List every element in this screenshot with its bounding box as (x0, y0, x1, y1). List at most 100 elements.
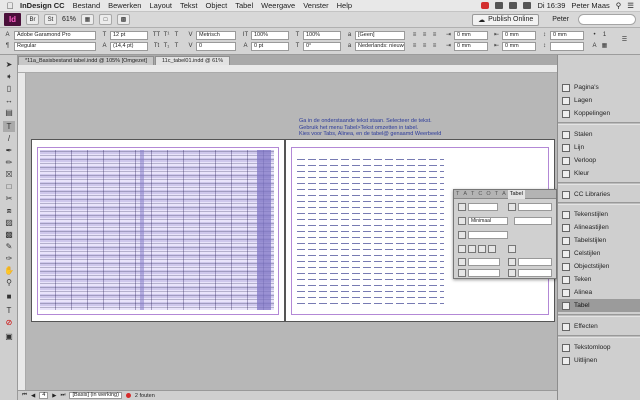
apply-none-icon[interactable]: ⊘ (3, 317, 15, 328)
kerning-field[interactable]: Metrisch (196, 31, 236, 40)
cell-inset-top-field[interactable] (468, 258, 500, 266)
panel-color[interactable]: Kleur (558, 167, 640, 180)
direct-selection-tool-icon[interactable]: ➧ (3, 71, 15, 82)
character-style-field[interactable]: [Geen] (355, 31, 405, 40)
apple-menu-icon[interactable]:  (0, 1, 20, 11)
line-tool-icon[interactable]: / (3, 133, 15, 144)
align-center-vertical-button[interactable] (468, 245, 476, 253)
page-tool-icon[interactable]: ▯ (3, 83, 15, 94)
weather-table[interactable] (40, 150, 274, 310)
align-left-button[interactable]: ≡ (410, 31, 419, 40)
publish-online-button[interactable]: ☁ Publish Online (472, 13, 540, 26)
justify-left-button[interactable]: ≡ (410, 42, 419, 51)
panel-object-styles[interactable]: Objectstijlen (558, 260, 640, 273)
justify-all-button[interactable]: ≡ (430, 42, 439, 51)
panel-tab-6[interactable]: T (493, 191, 500, 197)
panel-tab-5[interactable]: O (484, 191, 492, 197)
right-indent-field[interactable]: 0 mm (502, 31, 536, 40)
horizontal-ruler[interactable] (18, 65, 557, 73)
menu-tabel[interactable]: Tabel (235, 1, 253, 10)
paragraph-mode-icon[interactable]: ¶ (3, 42, 12, 51)
cell-inset-right-field[interactable] (518, 269, 552, 277)
language-field[interactable]: Nederlands: nieuwe spell... (355, 42, 405, 51)
horizontal-scale-field[interactable]: 100% (303, 31, 341, 40)
menu-bewerken[interactable]: Bewerken (108, 1, 141, 10)
subscript-button[interactable]: T₁ (162, 42, 171, 51)
panel-cc-libraries[interactable]: CC Libraries (558, 188, 640, 201)
fill-stroke-icon[interactable]: ■ (3, 291, 15, 302)
tabbed-text-block[interactable] (294, 156, 444, 306)
font-style-field[interactable]: Regular (14, 42, 96, 51)
prev-page-button[interactable]: ◀ (31, 393, 35, 399)
row-height-mode-select[interactable]: Minimaal (468, 217, 508, 225)
space-before-field[interactable]: 0 mm (550, 31, 584, 40)
strikethrough-button[interactable]: T (172, 42, 181, 51)
panel-tab-4[interactable]: C (476, 191, 484, 197)
all-caps-button[interactable]: TT (152, 31, 161, 40)
clock[interactable]: Di 16:39 (537, 1, 565, 10)
bridge-button[interactable]: Br (26, 14, 39, 25)
character-mode-icon[interactable]: A (3, 31, 12, 40)
content-collector-icon[interactable]: ▤ (3, 107, 15, 118)
small-caps-button[interactable]: Tt (152, 42, 161, 51)
grid-align-button[interactable]: ▦ (600, 42, 609, 51)
pencil-tool-icon[interactable]: ✏ (3, 157, 15, 168)
left-indent-field[interactable]: 0 mm (454, 31, 488, 40)
stock-button[interactable]: St (44, 14, 57, 25)
columns-field[interactable] (518, 203, 552, 211)
next-page-button[interactable]: ▶ (52, 393, 56, 399)
panel-stroke[interactable]: Lijn (558, 141, 640, 154)
skew-field[interactable]: 0° (303, 42, 341, 51)
note-tool-icon[interactable]: ✎ (3, 241, 15, 252)
cell-inset-left-field[interactable] (468, 269, 500, 277)
baseline-shift-field[interactable]: 0 pt (251, 42, 289, 51)
leading-field[interactable]: (14,4 pt) (110, 42, 148, 51)
hand-tool-icon[interactable]: ✋ (3, 265, 15, 276)
menu-venster[interactable]: Venster (303, 1, 328, 10)
screen-mode-icon[interactable]: ▣ (3, 331, 15, 342)
panel-links[interactable]: Koppelingen (558, 107, 640, 120)
panel-character-styles[interactable]: Tekenstijlen (558, 208, 640, 221)
volume-icon[interactable] (523, 2, 532, 9)
last-page-button[interactable]: ⏭ (60, 392, 65, 399)
panel-pages[interactable]: Pagina's (558, 81, 640, 94)
type-tool-icon[interactable]: T (3, 121, 15, 132)
table-last-column[interactable] (257, 150, 271, 310)
panel-table-styles[interactable]: Tabelstijlen (558, 234, 640, 247)
tracking-field[interactable]: 0 (196, 42, 236, 51)
panel-align[interactable]: Uitlijnen (558, 354, 640, 367)
font-size-field[interactable]: 12 pt (110, 31, 148, 40)
panel-paragraph-styles[interactable]: Alineastijlen (558, 221, 640, 234)
spotlight-icon[interactable]: ⚲ (616, 1, 622, 10)
panel-text-wrap[interactable]: Tekstomloop (558, 341, 640, 354)
panel-table[interactable]: Tabel (558, 299, 640, 312)
left-page[interactable] (31, 139, 285, 322)
gradient-swatch-tool-icon[interactable]: ▨ (3, 217, 15, 228)
page-number-field[interactable]: 4 (39, 392, 49, 399)
panel-swatches[interactable]: Stalen (558, 128, 640, 141)
menu-layout[interactable]: Layout (149, 1, 172, 10)
panel-effects[interactable]: Effecten (558, 320, 640, 333)
align-top-button[interactable] (458, 245, 466, 253)
panel-paragraph[interactable]: Alinea (558, 286, 640, 299)
dropbox-icon[interactable] (495, 2, 504, 9)
menu-help[interactable]: Help (337, 1, 352, 10)
recording-icon[interactable] (481, 2, 490, 9)
align-bottom-button[interactable] (478, 245, 486, 253)
panel-tab-tabel[interactable]: Tabel (507, 189, 525, 199)
underline-button[interactable]: T (172, 31, 181, 40)
wifi-icon[interactable] (509, 2, 518, 9)
panel-tab-2[interactable]: A (461, 191, 469, 197)
rectangle-frame-tool-icon[interactable]: ☒ (3, 169, 15, 180)
panel-cell-styles[interactable]: Celstijlen (558, 247, 640, 260)
arrange-documents-button[interactable]: ▩ (117, 14, 131, 25)
pen-tool-icon[interactable]: ✒ (3, 145, 15, 156)
master-page-field[interactable]: [Basis] (in werking) (69, 392, 122, 399)
menu-weergave[interactable]: Weergave (261, 1, 295, 10)
row-height-field[interactable] (514, 217, 552, 225)
text-rotation-button[interactable] (508, 245, 516, 253)
panel-tab-3[interactable]: T (469, 191, 476, 197)
space-after-field[interactable] (550, 42, 584, 51)
workspace-user[interactable]: Peter (552, 16, 569, 23)
table-selected-column[interactable] (140, 150, 144, 310)
